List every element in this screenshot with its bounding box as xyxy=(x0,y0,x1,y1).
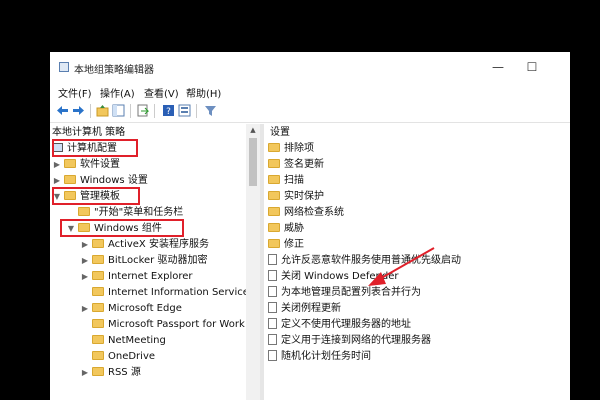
annotation-arrow xyxy=(368,247,435,286)
watermark: 头条 @爱吃土豆炒山药 xyxy=(436,374,560,388)
